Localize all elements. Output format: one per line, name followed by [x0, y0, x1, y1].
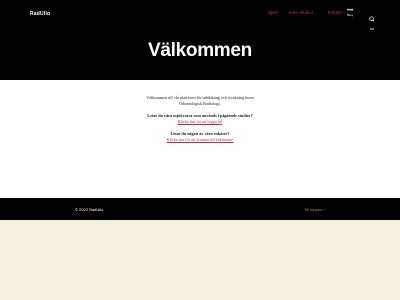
site-header: RadUllo Hjem Arkiv studier⌄ Enkäter ••• … — [0, 0, 400, 80]
nav-item-archive-label: Arkiv studier — [288, 10, 314, 15]
page-title: Välkommen — [148, 40, 252, 61]
intro-text: Välkommen till vår plattform för utbildn… — [146, 95, 254, 106]
menu-toggle-button[interactable]: ••• Meny — [343, 8, 357, 19]
surveys-link[interactable]: Klicka här för att komma till enkäterna! — [135, 137, 265, 142]
primary-nav: Hjem Arkiv studier⌄ Enkäter — [268, 10, 343, 15]
search-icon — [369, 16, 375, 22]
site-logo[interactable]: RadUllo — [30, 10, 52, 18]
back-to-top-link[interactable]: Till toppen ↑ — [304, 207, 325, 212]
login-link[interactable]: Klicka här för att logga in! — [135, 119, 265, 124]
search-toggle-label: Sök — [369, 28, 375, 31]
nav-item-home[interactable]: Hjem — [268, 10, 279, 15]
nav-item-surveys[interactable]: Enkäter — [328, 10, 344, 15]
logo-text: RadUllo — [30, 11, 51, 17]
question-software: Letar du våra mjukvaror som används i på… — [147, 113, 253, 118]
copyright-text: © 2022 RadUllo — [75, 207, 104, 212]
menu-toggle-label: Meny — [346, 14, 354, 17]
site-footer: © 2022 RadUllo Till toppen ↑ — [0, 198, 400, 220]
chevron-down-icon: ⌄ — [314, 10, 318, 15]
entry-content: Välkommen till vår plattform för utbildn… — [135, 95, 265, 142]
main-content: Välkommen till vår plattform för utbildn… — [0, 80, 400, 198]
nav-item-archive[interactable]: Arkiv studier⌄ — [289, 10, 318, 15]
question-surveys: Letar du någon av våra enkäter? — [170, 131, 230, 136]
search-toggle-button[interactable]: Sök — [367, 9, 377, 31]
